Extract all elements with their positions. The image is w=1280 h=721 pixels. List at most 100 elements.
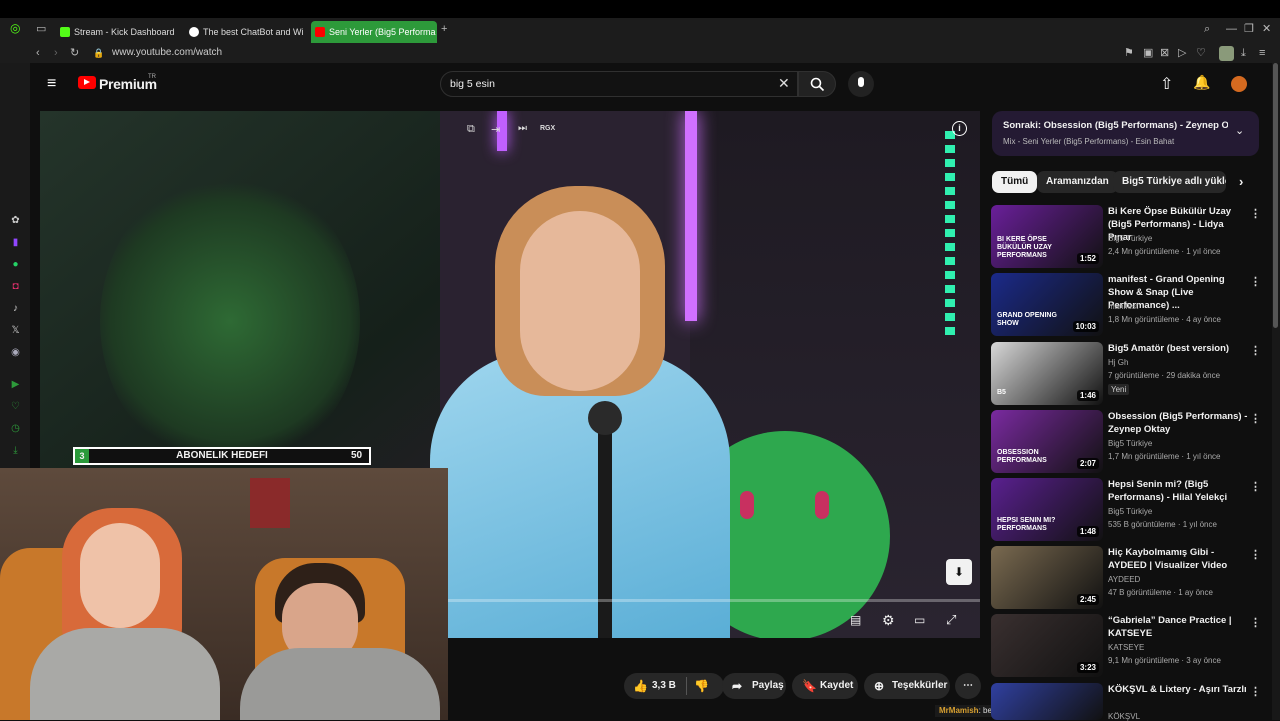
browser-logo-icon[interactable]: ◎	[10, 18, 20, 38]
tab-youtube[interactable]: Seni Yerler (Big5 Performa	[311, 21, 437, 43]
related-video[interactable]: 2:45 Hiç Kaybolmamış Gibi - AYDEED | Visu…	[991, 546, 1266, 609]
more-options-icon[interactable]: ⋮	[1250, 616, 1261, 629]
chatgpt-icon[interactable]: ✿	[9, 214, 22, 227]
video-thumbnail[interactable]: OBSESSION PERFORMANS 2:07	[991, 410, 1103, 473]
channel-name[interactable]: AYDEED	[1108, 575, 1140, 584]
cast-icon[interactable]: ⇥	[491, 123, 500, 136]
scrollbar-thumb[interactable]	[1273, 63, 1278, 328]
dislike-icon[interactable]: 👎	[694, 673, 709, 699]
favorites-icon[interactable]: ♡	[9, 400, 22, 413]
video-thumbnail[interactable]: 3:23	[991, 614, 1103, 677]
chip-channel[interactable]: Big5 Türkiye adlı yükley	[1113, 171, 1226, 193]
like-dislike-button[interactable]: 👍 3,3 B 👎	[624, 673, 724, 699]
fullscreen-icon[interactable]: ⤢	[946, 612, 956, 628]
related-video[interactable]: HEPSI SENIN MI? PERFORMANS 1:48 Hepsi Seni…	[991, 478, 1266, 541]
tab-kick[interactable]: Stream - Kick Dashboard	[56, 21, 184, 43]
video-thumbnail[interactable]	[991, 683, 1103, 720]
minimize-icon[interactable]: —	[1226, 19, 1237, 39]
player-icon[interactable]: ▷	[1178, 43, 1186, 63]
workspaces-icon[interactable]: ▭	[36, 19, 46, 39]
related-video[interactable]: KÖKŞVL & Lixtery - Aşırı Tarzlı KÖKŞVL ⋮	[991, 683, 1266, 721]
profile-avatar[interactable]	[1219, 46, 1234, 61]
scrollbar[interactable]	[1272, 63, 1280, 720]
download-icon[interactable]: ⤓	[1241, 43, 1246, 63]
save-button[interactable]: 🔖 Kaydet	[792, 673, 858, 699]
tiktok-icon[interactable]: ♪	[9, 302, 22, 315]
wallet-icon[interactable]: ⊠	[1160, 43, 1169, 63]
channel-name[interactable]: Big5 Türkiye	[1108, 507, 1152, 516]
skip-icon[interactable]: ⏭	[518, 123, 527, 134]
hamburger-menu-icon[interactable]: ≡	[47, 75, 56, 93]
youtube-logo-icon[interactable]	[78, 76, 96, 89]
clear-search-icon[interactable]: ✕	[778, 75, 790, 92]
channel-name[interactable]: KATSEYE	[1108, 643, 1144, 652]
related-video[interactable]: OBSESSION PERFORMANS 2:07 Obsession (Big5 …	[991, 410, 1266, 473]
instagram-icon[interactable]: ◘	[9, 280, 22, 293]
more-options-icon[interactable]: ⋮	[1250, 207, 1261, 220]
voice-search-button[interactable]	[848, 71, 874, 97]
close-icon[interactable]: ✕	[1262, 19, 1271, 39]
related-video[interactable]: BI KERE ÖPSE BÜKÜLÜR UZAY PERFORMANS 1:52…	[991, 205, 1266, 268]
more-options-icon[interactable]: ⋮	[1250, 344, 1261, 357]
heart-icon[interactable]: ♡	[1196, 43, 1206, 63]
upload-icon[interactable]: ⇧	[1160, 74, 1173, 94]
more-options-icon[interactable]: ⋮	[1250, 275, 1261, 288]
more-options-icon[interactable]: ⋮	[1250, 480, 1261, 493]
tab-chatbot[interactable]: The best ChatBot and Wi	[185, 21, 303, 43]
search-icon[interactable]: ⌕	[1204, 19, 1210, 39]
video-thumbnail[interactable]: B5 1:46	[991, 342, 1103, 405]
video-title[interactable]: Big5 Amatör (best version)	[1108, 342, 1248, 355]
video-thumbnail[interactable]: GRAND OPENING SHOW 10:03	[991, 273, 1103, 336]
miniplayer-icon[interactable]: ⧉	[467, 123, 475, 136]
thanks-button[interactable]: ⊕ Teşekkürler	[864, 673, 950, 699]
video-title[interactable]: Hepsi Senin mi? (Big5 Performans) - Hila…	[1108, 478, 1248, 504]
discord-icon[interactable]: ◉	[9, 346, 22, 359]
channel-name[interactable]: Big5 Türkiye	[1108, 234, 1152, 243]
maximize-icon[interactable]: ❐	[1244, 19, 1254, 39]
chevron-right-icon[interactable]: ›	[1239, 174, 1243, 189]
more-options-icon[interactable]: ⋮	[1250, 412, 1261, 425]
related-video[interactable]: GRAND OPENING SHOW 10:03 manifest - Grand …	[991, 273, 1266, 336]
notifications-icon[interactable]: 🔔	[1193, 74, 1210, 91]
share-button[interactable]: ➦ Paylaş	[722, 673, 786, 699]
extension-icon[interactable]: ⚑	[1124, 43, 1134, 63]
video-thumbnail[interactable]: 2:45	[991, 546, 1103, 609]
menu-icon[interactable]: ≡	[1259, 43, 1265, 63]
screenshot-icon[interactable]: ▣	[1143, 43, 1153, 63]
chevron-down-icon[interactable]: ⌄	[1235, 124, 1244, 137]
downloads-icon[interactable]: ⤓	[9, 444, 22, 457]
whatsapp-icon[interactable]: ●	[9, 258, 22, 271]
video-thumbnail[interactable]: HEPSI SENIN MI? PERFORMANS 1:48	[991, 478, 1103, 541]
product-card-icon[interactable]: ⬇	[946, 559, 972, 585]
info-icon[interactable]: i	[952, 121, 967, 136]
forward-icon[interactable]: ›	[54, 43, 58, 63]
related-video[interactable]: B5 1:46 Big5 Amatör (best version) Hj Gh 7 g…	[991, 342, 1266, 405]
theater-mode-icon[interactable]: ▭	[914, 613, 925, 627]
chip-from-search[interactable]: Aramanızdan	[1037, 171, 1118, 193]
video-title[interactable]: KÖKŞVL & Lixtery - Aşırı Tarzlı	[1108, 683, 1248, 696]
video-title[interactable]: “Gabriela” Dance Practice | KATSEYE	[1108, 614, 1248, 640]
back-icon[interactable]: ‹	[36, 43, 40, 63]
up-next-card[interactable]: Sonraki: Obsession (Big5 Performans) - Z…	[992, 111, 1259, 156]
account-avatar[interactable]	[1231, 76, 1247, 92]
subtitles-icon[interactable]: ▤	[850, 613, 861, 627]
new-tab-button[interactable]: +	[441, 19, 447, 39]
chip-all[interactable]: Tümü	[992, 171, 1038, 193]
player-sidebar-icon[interactable]: ▶	[9, 378, 22, 391]
video-title[interactable]: Hiç Kaybolmamış Gibi - AYDEED | Visualiz…	[1108, 546, 1248, 572]
url-text[interactable]: www.youtube.com/watch	[112, 43, 222, 63]
related-video[interactable]: 3:23 “Gabriela” Dance Practice | KATSEYE K…	[991, 614, 1266, 677]
x-icon[interactable]: 𝕏	[9, 324, 22, 337]
video-title[interactable]: Obsession (Big5 Performans) - Zeynep Okt…	[1108, 410, 1248, 436]
search-input[interactable]: big 5 esin ✕	[440, 71, 798, 97]
history-icon[interactable]: ◷	[9, 422, 22, 435]
more-options-icon[interactable]: ⋮	[1250, 548, 1261, 561]
twitch-icon[interactable]: ▮	[9, 236, 22, 249]
search-button[interactable]	[798, 71, 836, 97]
channel-name[interactable]: manifest	[1108, 302, 1138, 311]
settings-icon[interactable]: ⚙	[882, 612, 895, 629]
more-actions-button[interactable]: ⋯	[955, 673, 981, 699]
more-options-icon[interactable]: ⋮	[1250, 685, 1261, 698]
progress-bar[interactable]	[448, 599, 980, 602]
channel-name[interactable]: Big5 Türkiye	[1108, 439, 1152, 448]
